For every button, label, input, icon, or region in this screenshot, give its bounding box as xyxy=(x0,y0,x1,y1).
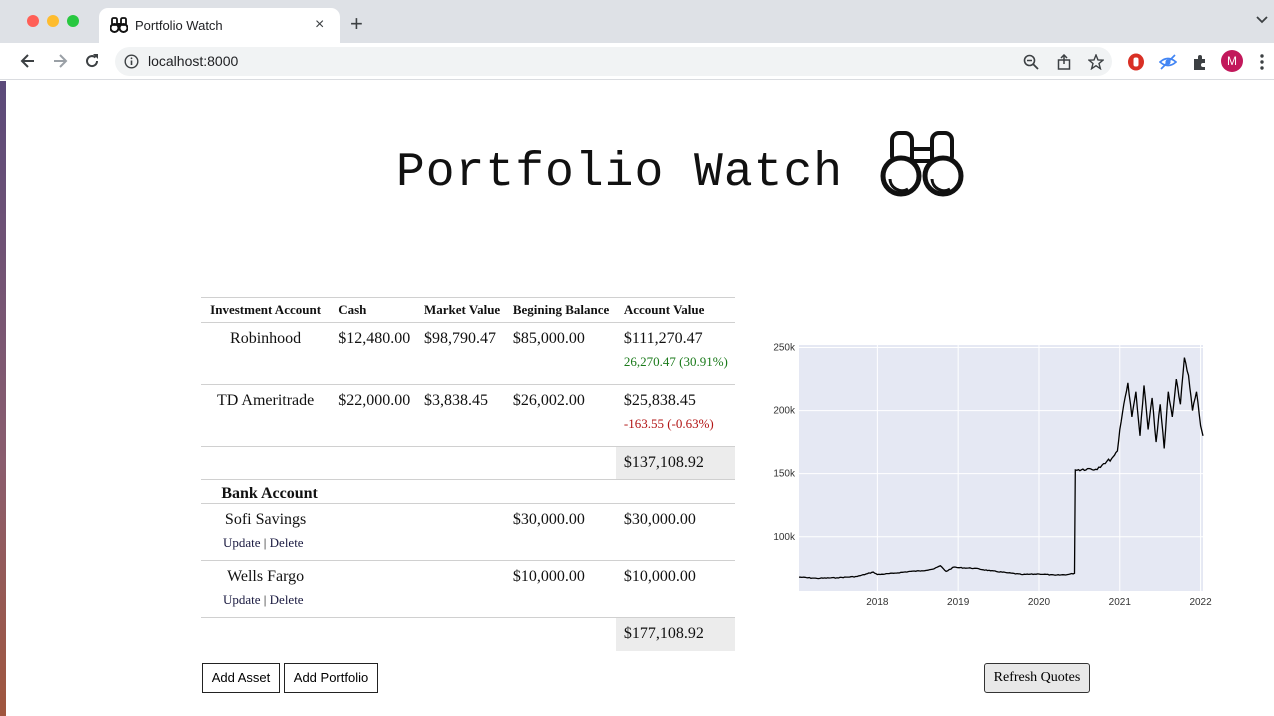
zoom-out-icon[interactable] xyxy=(1023,54,1039,70)
account-value: $111,270.47 xyxy=(623,330,703,347)
tab-close-icon[interactable]: × xyxy=(315,16,324,34)
investment-total-row: $137,108.92 xyxy=(201,446,735,480)
hidden-eye-extension-icon[interactable] xyxy=(1159,53,1177,71)
row-actions: Update | Delete xyxy=(201,592,330,608)
grand-total-row: $177,108.92 xyxy=(201,617,735,651)
x-tick-label: 2020 xyxy=(1028,597,1051,608)
y-tick-label: 200k xyxy=(773,406,796,417)
adblock-extension-icon[interactable] xyxy=(1127,53,1145,71)
y-tick-label: 100k xyxy=(773,532,796,543)
link-separator: | xyxy=(263,592,267,607)
table-row: TD Ameritrade $22,000.00 $3,838.45 $26,0… xyxy=(201,384,735,447)
refresh-quotes-button[interactable]: Refresh Quotes xyxy=(984,663,1090,693)
row-actions: Update | Delete xyxy=(201,535,330,551)
add-portfolio-button[interactable]: Add Portfolio xyxy=(284,663,378,693)
binoculars-icon xyxy=(110,17,128,33)
extensions-puzzle-icon[interactable] xyxy=(1191,53,1209,71)
account-name: Sofi Savings xyxy=(224,511,307,528)
account-value-cell: $10,000.00 xyxy=(615,560,735,618)
column-header: Market Value xyxy=(416,297,505,323)
accounts-table: Investment Account Cash Market Value Beg… xyxy=(201,297,735,651)
table-header-row: Investment Account Cash Market Value Beg… xyxy=(201,297,735,323)
browser-tab[interactable]: Portfolio Watch × xyxy=(99,8,340,43)
x-tick-label: 2021 xyxy=(1109,597,1132,608)
page-title: Portfolio Watch xyxy=(396,146,844,200)
profile-avatar[interactable]: M xyxy=(1221,50,1243,72)
account-value-cell: $25,838.45 -163.55 (-0.63%) xyxy=(615,384,735,447)
table-row: Sofi Savings Update | Delete $30,000.00 … xyxy=(201,503,735,561)
browser-toolbar: localhost:8000 M xyxy=(0,43,1274,80)
column-header: Cash xyxy=(330,297,416,323)
browser-menu-icon[interactable] xyxy=(1259,53,1265,71)
market-value-cell: $98,790.47 xyxy=(416,322,505,385)
gain-label: 26,270.47 (30.91%) xyxy=(623,354,728,369)
market-value-cell: $3,838.45 xyxy=(416,384,505,447)
new-tab-icon[interactable]: + xyxy=(350,13,363,35)
delete-link[interactable]: Delete xyxy=(270,592,304,607)
reload-icon[interactable] xyxy=(82,51,102,71)
chart-svg: 100k 150k 200k 250k 2018 2019 2020 2021 2022 xyxy=(773,343,1212,608)
forward-arrow-icon[interactable] xyxy=(50,51,70,71)
account-name: TD Ameritrade xyxy=(201,384,331,447)
column-header: Begining Balance xyxy=(504,297,616,323)
beginning-balance-cell: $85,000.00 xyxy=(504,322,616,385)
plot-area xyxy=(799,345,1203,591)
beginning-balance-cell: $30,000.00 xyxy=(504,503,616,561)
update-link[interactable]: Update xyxy=(223,592,261,607)
cash-cell: $12,480.00 xyxy=(330,322,416,385)
close-window-button[interactable] xyxy=(27,15,39,27)
tab-search-chevron-icon[interactable] xyxy=(1256,15,1268,25)
browser-tab-bar: Portfolio Watch × + xyxy=(0,0,1274,43)
back-arrow-icon[interactable] xyxy=(18,51,38,71)
bank-account-header: Bank Account xyxy=(201,479,331,504)
page-content: Portfolio Watch Investment Account Cash … xyxy=(6,81,1274,716)
tab-title: Portfolio Watch xyxy=(135,18,223,33)
cash-cell: $22,000.00 xyxy=(330,384,416,447)
delete-link[interactable]: Delete xyxy=(270,535,304,550)
beginning-balance-cell: $26,002.00 xyxy=(504,384,616,447)
account-name: Robinhood xyxy=(201,322,331,385)
account-value-cell: $30,000.00 xyxy=(615,503,735,561)
loss-label: -163.55 (-0.63%) xyxy=(623,416,714,431)
account-value: $25,838.45 xyxy=(623,392,696,409)
x-tick-label: 2022 xyxy=(1189,597,1212,608)
beginning-balance-cell: $10,000.00 xyxy=(504,560,616,618)
y-tick-label: 150k xyxy=(773,469,796,480)
bank-header-row: Bank Account xyxy=(201,479,735,504)
bank-account-cell: Sofi Savings Update | Delete xyxy=(201,503,331,561)
y-tick-label: 250k xyxy=(773,343,796,354)
column-header: Investment Account xyxy=(201,297,331,323)
minimize-window-button[interactable] xyxy=(47,15,59,27)
url-text[interactable]: localhost:8000 xyxy=(148,53,238,69)
table-row: Wells Fargo Update | Delete $10,000.00 $… xyxy=(201,560,735,618)
account-name: Wells Fargo xyxy=(227,568,305,585)
account-value-cell: $111,270.47 26,270.47 (30.91%) xyxy=(615,322,735,385)
investment-total: $137,108.92 xyxy=(615,446,735,480)
link-separator: | xyxy=(263,535,267,550)
maximize-window-button[interactable] xyxy=(67,15,79,27)
update-link[interactable]: Update xyxy=(223,535,261,550)
x-tick-label: 2019 xyxy=(947,597,970,608)
share-icon[interactable] xyxy=(1056,54,1072,70)
table-row: Robinhood $12,480.00 $98,790.47 $85,000.… xyxy=(201,322,735,385)
bookmark-star-icon[interactable] xyxy=(1088,54,1104,70)
binoculars-icon xyxy=(880,131,964,197)
x-tick-label: 2018 xyxy=(866,597,889,608)
address-bar[interactable]: localhost:8000 xyxy=(115,47,1112,76)
grand-total: $177,108.92 xyxy=(615,617,735,651)
site-info-icon[interactable] xyxy=(124,54,139,69)
bank-account-cell: Wells Fargo Update | Delete xyxy=(201,560,331,618)
portfolio-value-chart: 100k 150k 200k 250k 2018 2019 2020 2021 2022 xyxy=(762,337,1218,613)
column-header: Account Value xyxy=(615,297,735,323)
add-asset-button[interactable]: Add Asset xyxy=(202,663,280,693)
